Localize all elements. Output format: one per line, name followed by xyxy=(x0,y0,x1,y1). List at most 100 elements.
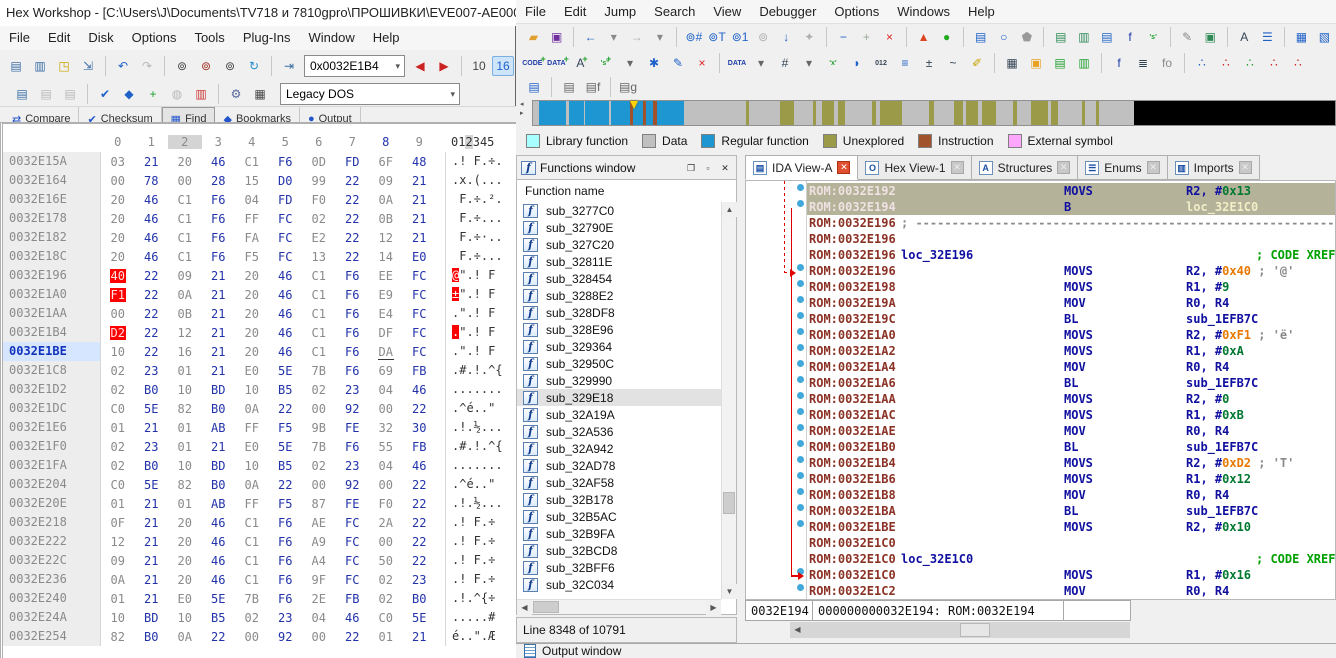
hex-byte[interactable]: F6 xyxy=(269,554,303,568)
close-icon[interactable]: ✕ xyxy=(1057,161,1070,174)
goto-back-icon[interactable]: ◀ xyxy=(409,56,431,76)
sort-func-icon[interactable]: ▤f xyxy=(582,77,604,97)
hex-byte[interactable]: FC xyxy=(269,212,303,226)
hex-ascii[interactable]: F.÷·.. xyxy=(445,228,516,247)
hex-ascii[interactable]: é..".Æ xyxy=(445,627,516,646)
functions-list[interactable]: fsub_3277C0fsub_32790Efsub_327C20fsub_32… xyxy=(517,202,721,599)
hex-byte[interactable]: 9B xyxy=(302,421,336,435)
hex-row[interactable]: 0032E1BE102216212046C1F6DAFC.".! F xyxy=(3,342,516,361)
hex-byte[interactable]: E2 xyxy=(302,231,336,245)
hex-byte[interactable]: 21 xyxy=(135,421,169,435)
hw-menu-plug-ins[interactable]: Plug-Ins xyxy=(234,26,300,50)
hex-byte[interactable]: 22 xyxy=(403,478,437,492)
hex-byte[interactable]: FC xyxy=(336,554,370,568)
hex-byte[interactable]: 0B xyxy=(369,212,403,226)
hex-byte[interactable]: 6F xyxy=(369,155,403,169)
hex-byte[interactable]: 02 xyxy=(101,383,135,397)
hex-byte[interactable]: 22 xyxy=(135,288,169,302)
disasm-line[interactable]: ROM:0032E1ACMOVSR1, #0xB xyxy=(746,407,1335,423)
function-list-item[interactable]: fsub_329E18 xyxy=(517,389,721,406)
hex-byte[interactable]: 03 xyxy=(101,155,135,169)
window-list-icon[interactable]: ▤ xyxy=(523,77,545,97)
bitwise-icon[interactable]: ~ xyxy=(942,53,964,73)
hex-byte[interactable]: B0 xyxy=(135,383,169,397)
hex-row[interactable]: 0032E1C802230121E05E7BF669FB.#.!.^{ xyxy=(3,361,516,380)
hex-byte[interactable]: FC xyxy=(403,326,437,340)
hex-byte[interactable]: 21 xyxy=(135,554,169,568)
back-icon[interactable]: ← xyxy=(580,27,601,47)
hex-byte[interactable]: F6 xyxy=(336,345,370,359)
xrefs-from-icon[interactable]: ∴ xyxy=(1263,53,1285,73)
ida-menu-edit[interactable]: Edit xyxy=(555,0,595,23)
disasm-line[interactable]: ROM:0032E194Bloc_32E1C0 xyxy=(746,199,1335,215)
hex-byte[interactable]: 10 xyxy=(101,345,135,359)
float-icon[interactable]: ▫ xyxy=(701,161,715,174)
hex-byte[interactable]: 21 xyxy=(403,174,437,188)
disasm-line[interactable]: ROM:0032E19CBLsub_1EFB7C xyxy=(746,311,1335,327)
hex-byte[interactable]: 46 xyxy=(269,345,303,359)
copy-view-icon[interactable]: ▤ xyxy=(970,27,991,47)
disasm-line[interactable]: ROM:0032E1BEMOVSR2, #0x10 xyxy=(746,519,1335,535)
ida-menu-help[interactable]: Help xyxy=(959,0,1004,23)
hex-ascii[interactable]: .!.^{÷ xyxy=(445,589,516,608)
user-graph-icon[interactable]: ∴ xyxy=(1287,53,1309,73)
hex-ascii[interactable]: .x.(... xyxy=(445,171,516,190)
functions-vertical-scrollbar[interactable]: ▲ ▼ xyxy=(721,202,736,599)
hex-byte[interactable]: F6 xyxy=(336,440,370,454)
hex-byte[interactable]: 46 xyxy=(135,231,169,245)
hex-byte[interactable]: FC xyxy=(336,573,370,587)
til-icon[interactable]: ▣ xyxy=(1200,27,1221,47)
edit-icon[interactable]: ✎ xyxy=(667,53,689,73)
hex-row[interactable]: 0032E1822046C1F6FAFCE2221221 F.÷·.. xyxy=(3,228,516,247)
hex-byte[interactable]: FC xyxy=(336,516,370,530)
hex-byte[interactable]: E0 xyxy=(168,592,202,606)
function-list-item[interactable]: fsub_32B9FA xyxy=(517,525,721,542)
hex-byte[interactable]: 22 xyxy=(336,630,370,644)
hex-byte[interactable]: F6 xyxy=(269,535,303,549)
find-forward-icon[interactable]: ⊚ xyxy=(195,56,217,76)
hex-byte[interactable]: 0A xyxy=(235,478,269,492)
hex-byte[interactable]: AB xyxy=(202,497,236,511)
hex-byte[interactable]: 22 xyxy=(403,516,437,530)
disasm-xref[interactable]: ; CODE XREF xyxy=(1256,248,1335,262)
hex-byte[interactable]: 22 xyxy=(336,212,370,226)
hex-byte[interactable]: C1 xyxy=(168,231,202,245)
strings-icon[interactable]: 's' xyxy=(1143,27,1164,47)
hex-byte[interactable]: 01 xyxy=(168,497,202,511)
hex-byte[interactable]: 01 xyxy=(168,440,202,454)
open-folder-icon[interactable]: ▰ xyxy=(523,27,544,47)
script-icon[interactable]: ▤ xyxy=(1049,53,1071,73)
hex-byte[interactable]: 10 xyxy=(168,459,202,473)
close-icon[interactable]: ✕ xyxy=(1239,161,1252,174)
hex-byte[interactable]: 20 xyxy=(101,250,135,264)
ida-menu-windows[interactable]: Windows xyxy=(888,0,959,23)
scroll-up-icon[interactable]: ▲ xyxy=(722,202,737,217)
tab-hex-view-1[interactable]: OHex View-1✕ xyxy=(858,155,971,180)
paste-disabled2-icon[interactable]: ▤ xyxy=(59,84,81,104)
hex-byte[interactable]: 82 xyxy=(168,478,202,492)
segment-icon[interactable]: ◗ xyxy=(846,53,868,73)
hex-byte[interactable]: B5 xyxy=(269,459,303,473)
hex-byte[interactable]: F6 xyxy=(202,231,236,245)
hex-byte[interactable]: 5E xyxy=(135,402,169,416)
hex-byte[interactable]: 21 xyxy=(202,364,236,378)
navband-scroll-arrows[interactable]: ◂▸ xyxy=(520,100,530,126)
hex-byte[interactable]: 00 xyxy=(369,478,403,492)
hex-byte[interactable]: FC xyxy=(403,307,437,321)
ida-menu-jump[interactable]: Jump xyxy=(595,0,645,23)
hex-byte[interactable]: 22 xyxy=(336,174,370,188)
hex-row[interactable]: 0032E15A03212046C1F60DFD6F48.! F.÷. xyxy=(3,152,516,171)
hex-row[interactable]: 0032E1E6012101ABFFF59BFE3230.!.½... xyxy=(3,418,516,437)
function-list-item[interactable]: fsub_327C20 xyxy=(517,236,721,253)
hex-byte[interactable]: 10 xyxy=(235,383,269,397)
hex-byte[interactable]: 5E xyxy=(269,440,303,454)
hex-ascii[interactable]: .! F.÷. xyxy=(445,152,516,171)
hex-row[interactable]: 0032E20E012101ABFFF587FEF022.!.½... xyxy=(3,494,516,513)
hex-byte[interactable]: 2A xyxy=(369,516,403,530)
disasm-line[interactable]: ROM:0032E1AAMOVSR2, #0 xyxy=(746,391,1335,407)
hex-row[interactable]: 0032E22C09212046C1F6A4FC5022.! F.÷ xyxy=(3,551,516,570)
hex-byte[interactable]: E0 xyxy=(235,440,269,454)
hex-byte[interactable]: C1 xyxy=(302,345,336,359)
hex-byte[interactable]: 78 xyxy=(135,174,169,188)
dock-tab-checksum[interactable]: ✔Checksum xyxy=(79,107,161,122)
